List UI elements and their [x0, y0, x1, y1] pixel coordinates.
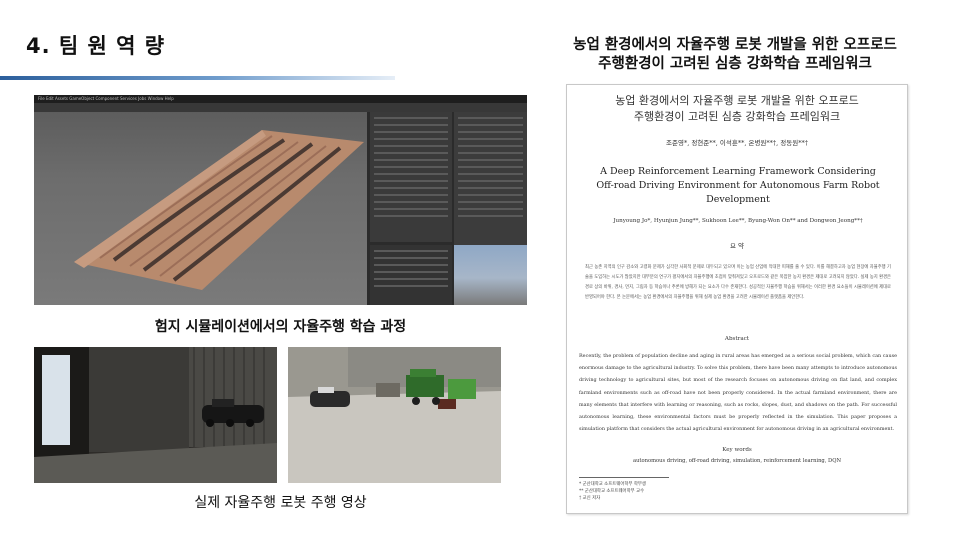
paper-korean-authors: 조준영*, 정현준**, 이석훈**, 온병원**†, 정동원**†	[666, 139, 808, 147]
robot-video-still-garage	[288, 347, 501, 483]
simulator-caption: 험지 시뮬레이션에서의 자율주행 학습 과정	[154, 319, 407, 335]
paper-english-title-line3: Development	[706, 194, 770, 205]
video-caption: 실제 자율주행 로봇 주행 영상	[194, 495, 367, 511]
paper-english-authors: Junyoung Jo*, Hyunjun Jung**, Sukhoon Le…	[613, 218, 863, 224]
paper-keywords-heading: Key words	[722, 447, 752, 453]
paper-heading: 농업 환경에서의 자율주행 로봇 개발을 위한 오프로드 주행환경이 고려된 심…	[528, 36, 942, 74]
paper-korean-title: 농업 환경에서의 자율주행 로봇 개발을 위한 오프로드 주행환경이 고려된 심…	[567, 93, 907, 125]
paper-footnote-1: * 군산대학교 소프트웨어학부 학부생	[579, 482, 646, 487]
paper-keywords: autonomous driving, off-road driving, si…	[632, 458, 842, 464]
editor-menubar: File Edit Assets GameObject Component Se…	[34, 95, 527, 103]
paper-heading-line1: 농업 환경에서의 자율주행 로봇 개발을 위한 오프로드	[573, 37, 897, 53]
hierarchy-panel	[370, 112, 452, 242]
terrain-scene	[74, 130, 364, 290]
slide-title: 4. 팀 원 역 량	[26, 34, 166, 58]
paper-first-page: 농업 환경에서의 자율주행 로봇 개발을 위한 오프로드 주행환경이 고려된 심…	[566, 84, 908, 514]
paper-footnote-2: ** 군산대학교 소프트웨어학부 교수	[579, 489, 645, 494]
paper-english-title-line2: Off-road Driving Environment for Autonom…	[596, 180, 880, 191]
project-panel	[370, 245, 452, 305]
title-underline	[0, 76, 395, 80]
paper-english-title-line1: A Deep Reinforcement Learning Framework …	[600, 166, 876, 177]
paper-abstract-heading: Abstract	[724, 336, 750, 342]
game-view-panel	[454, 245, 527, 305]
paper-korean-title-line1: 농업 환경에서의 자율주행 로봇 개발을 위한 오프로드	[615, 94, 859, 107]
paper-heading-line2: 주행환경이 고려된 심층 강화학습 프레임워크	[598, 56, 872, 72]
paper-korean-title-line2: 주행환경이 고려된 심층 강화학습 프레임워크	[633, 110, 841, 123]
paper-korean-abstract: 최근 농촌 지역의 인구 감소와 고령화 문제가 심각한 사회적 문제로 대두되…	[585, 265, 891, 300]
simulator-screenshot: File Edit Assets GameObject Component Se…	[34, 95, 527, 305]
paper-footnote-3: † 교신 저자	[579, 496, 601, 501]
scene-viewport	[34, 112, 367, 305]
robot-video-still-indoor	[34, 347, 277, 483]
paper-korean-abstract-heading: 요 약	[729, 242, 745, 250]
paper-english-title: A Deep Reinforcement Learning Framework …	[577, 165, 899, 207]
paper-footnotes: * 군산대학교 소프트웨어학부 학부생 ** 군산대학교 소프트웨어학부 교수 …	[579, 481, 646, 502]
paper-abstract: Recently, the problem of population decl…	[579, 353, 897, 433]
footnote-rule	[579, 477, 669, 478]
editor-toolbar	[34, 103, 527, 112]
